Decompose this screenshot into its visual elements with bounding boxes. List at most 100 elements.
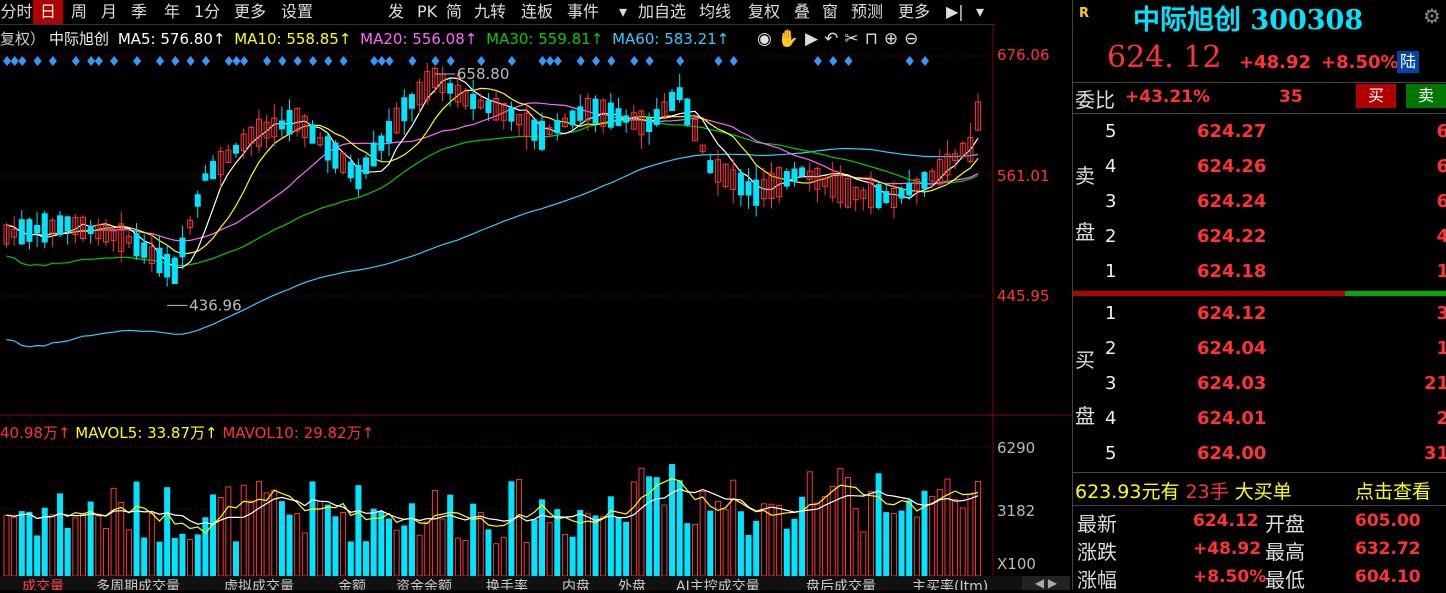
toolbar-btn-6[interactable]: 加自选 [638, 0, 686, 24]
indicator-tab-0[interactable]: 成交量 [22, 576, 64, 590]
candle-body [921, 172, 928, 189]
mavol10-value: MAVOL10: 29.82万↑ [222, 424, 375, 442]
candle-body [401, 97, 408, 122]
candle-body [141, 242, 148, 258]
lock-icon[interactable]: ⊓ [865, 29, 884, 49]
period-tab-7[interactable]: 更多 [226, 0, 274, 24]
candle-body [202, 173, 209, 181]
volume-bar [225, 486, 232, 577]
kline-chart[interactable]: 658.80 436.96 [0, 0, 1072, 590]
indicator-tab-4[interactable]: 资金余额 [396, 576, 452, 590]
period-tab-6[interactable]: 1分 [190, 0, 224, 24]
period-tab-4[interactable]: 季 [124, 0, 154, 24]
event-dropdown-icon[interactable]: ▾ [619, 0, 627, 24]
event-marker-icon [645, 56, 654, 66]
volume-bar [676, 480, 683, 577]
indicator-tab-2[interactable]: 虚拟成交量 [224, 576, 294, 590]
indicator-tab-7[interactable]: 外盘 [618, 576, 646, 590]
period-tab-5[interactable]: 年 [155, 0, 189, 24]
stat-label-a-2: 涨幅 [1077, 568, 1117, 592]
asks-price-2: 624.22 [1197, 226, 1267, 247]
zoom-in-icon[interactable]: ⊕ [884, 29, 904, 49]
fuquan-label: 复权） [0, 30, 46, 48]
zoom-out-icon[interactable]: ⊖ [904, 29, 924, 49]
stat-label-a-1: 涨跌 [1077, 540, 1117, 564]
asks-vol-1: 1 [1436, 261, 1446, 282]
candle-body [156, 247, 163, 274]
view-details-link[interactable]: 点击查看 [1355, 477, 1431, 504]
toolbar-btn-7[interactable]: 均线 [699, 0, 731, 24]
asks-level-5: 5 [1105, 121, 1117, 142]
scissors-icon[interactable]: ✂ [844, 29, 864, 49]
volume-bar [760, 503, 767, 577]
candle-body [164, 253, 171, 278]
toolbar-btn-2[interactable]: 简 [446, 0, 462, 24]
volume-bar [829, 485, 836, 577]
toolbar-btn-8[interactable]: 复权 [748, 0, 780, 24]
weicha-value: 35 [1279, 87, 1303, 107]
hand-icon[interactable]: ✋ [778, 29, 805, 49]
event-marker-icon [10, 56, 19, 66]
event-marker-icon [431, 56, 440, 66]
volume-bar [615, 517, 622, 577]
event-marker-icon [339, 56, 348, 66]
period-tab-1[interactable]: 日 [33, 0, 63, 24]
bids-level-5: 5 [1105, 443, 1117, 464]
rong-badge: R [1079, 6, 1090, 21]
buy-button[interactable]: 买 [1356, 84, 1396, 108]
period-tab-2[interactable]: 周 [65, 0, 93, 24]
toolbar-btn-1[interactable]: PK [417, 0, 437, 24]
volume-bar [286, 514, 293, 577]
play-icon[interactable]: ▶ [805, 29, 824, 49]
toolbar-btn-11[interactable]: 预测 [851, 0, 883, 24]
ma60-value: MA60: 583.21↑ [612, 30, 730, 48]
gear-icon[interactable]: ⚙ [1423, 4, 1441, 28]
indicator-tab-9[interactable]: 盘后成交量 [806, 576, 876, 590]
toolbar-btn-9[interactable]: 叠 [794, 0, 810, 24]
period-tab-0[interactable]: 分时 [0, 0, 33, 24]
volume-bar [18, 511, 25, 577]
asks-price-4: 624.26 [1197, 156, 1267, 177]
indicator-tabs: 成交量 多周期成交量 虚拟成交量 金额 资金余额 换手率 内盘 外盘 AI主控成交量 盘后成交量 主… [0, 576, 1040, 590]
big-order-notice[interactable]: 623.93元有 23手 大买单 [1075, 477, 1292, 504]
indicator-tab-1[interactable]: 多周期成交量 [96, 576, 180, 590]
volume-bar [263, 492, 270, 577]
event-marker-icon [232, 56, 241, 66]
more-dropdown-icon[interactable]: ▾ [976, 0, 984, 24]
indicator-tab-10[interactable]: 主买率(Itm) [912, 576, 988, 590]
toolbar-btn-0[interactable]: 发 [388, 0, 404, 24]
sell-button[interactable]: 卖 [1406, 84, 1446, 108]
eye-icon[interactable]: ◉ [757, 29, 778, 49]
candle-body [34, 224, 41, 234]
candle-body [745, 181, 752, 196]
toolbar-btn-12[interactable]: 更多 [898, 0, 930, 24]
tab-scroll-arrows[interactable]: ◀ ▶ [1022, 576, 1070, 590]
event-marker-icon [110, 56, 119, 66]
indicator-tab-8[interactable]: AI主控成交量 [676, 576, 760, 590]
indicator-tab-6[interactable]: 内盘 [562, 576, 590, 590]
period-tab-8[interactable]: 设置 [276, 0, 318, 24]
period-tab-3[interactable]: 月 [95, 0, 123, 24]
volume-bar [141, 537, 148, 577]
volume-bar [569, 536, 576, 577]
volume-bar [485, 529, 492, 577]
bids-level-3: 3 [1105, 373, 1117, 394]
bids-price-5: 624.00 [1197, 443, 1267, 464]
candle-body [615, 108, 622, 126]
toolbar-btn-5[interactable]: 事件 [567, 0, 599, 24]
stock-name-label: 中际旭创 [49, 30, 110, 48]
event-marker-icon [729, 56, 738, 66]
asks-vol-3: 6 [1436, 191, 1446, 212]
mavol10-line [6, 488, 979, 525]
volume-bar [722, 509, 729, 577]
candle-body [309, 124, 316, 144]
volume-bar [959, 507, 966, 577]
undo-icon[interactable]: ↶ [824, 29, 844, 49]
volume-bar [202, 517, 209, 577]
indicator-tab-3[interactable]: 金额 [338, 576, 366, 590]
expand-icon[interactable]: ▶| [946, 0, 964, 24]
toolbar-btn-4[interactable]: 连板 [521, 0, 553, 24]
toolbar-btn-3[interactable]: 九转 [474, 0, 506, 24]
indicator-tab-5[interactable]: 换手率 [486, 576, 528, 590]
toolbar-btn-10[interactable]: 窗 [822, 0, 838, 24]
